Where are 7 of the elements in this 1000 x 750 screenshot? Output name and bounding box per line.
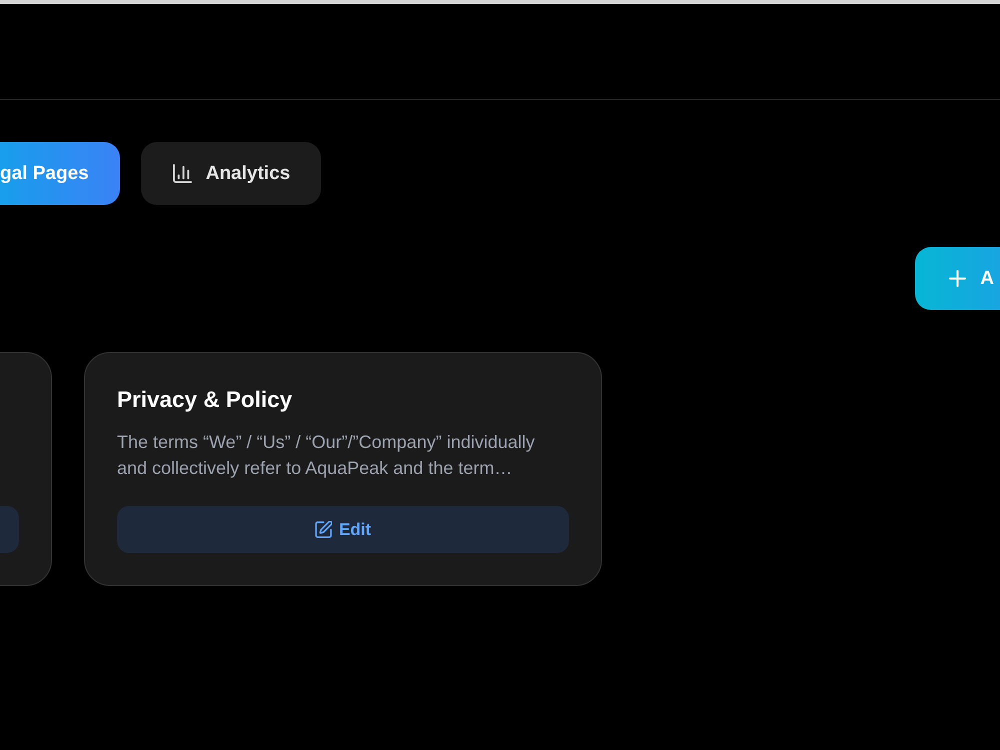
card-description: The terms “We” / “Us” / “Our”/”Company” individually and collectively refer to AquaPeak and the term… bbox=[117, 431, 536, 480]
tab[interactable]: gal Pages bbox=[0, 142, 120, 205]
edit-icon bbox=[314, 521, 332, 538]
tab[interactable]: Analytics bbox=[140, 142, 322, 205]
card-title: Privacy & Policy bbox=[117, 386, 294, 414]
edit-button[interactable]: Edit bbox=[117, 506, 569, 553]
plus-icon bbox=[949, 270, 966, 287]
